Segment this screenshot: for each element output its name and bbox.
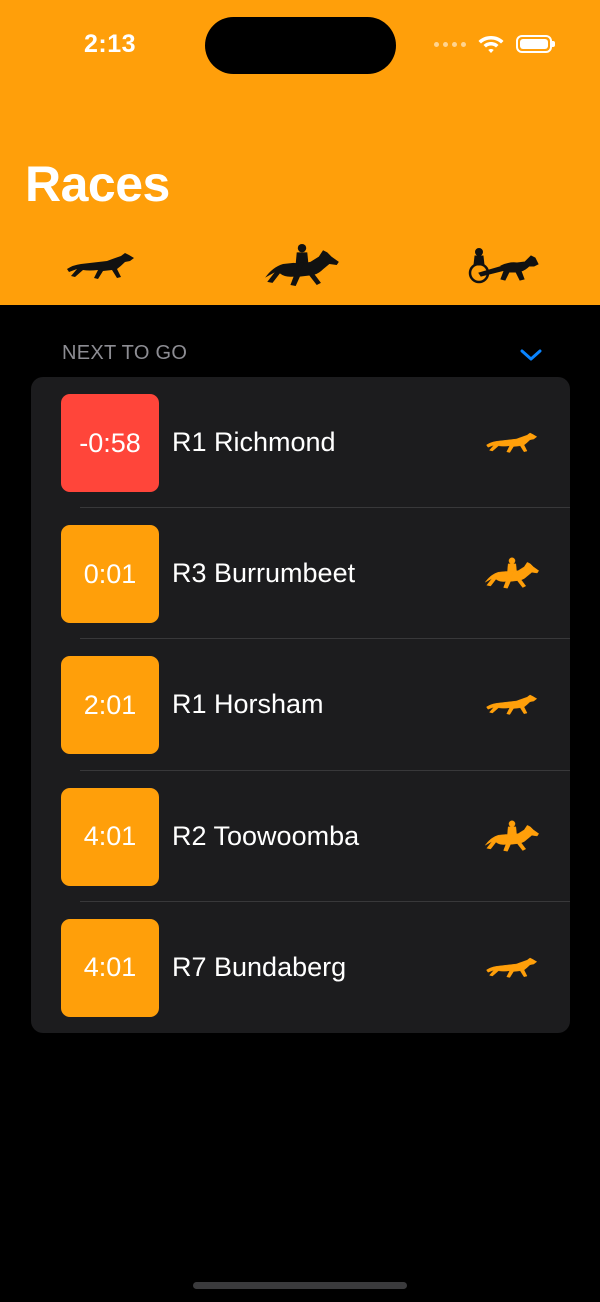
race-row[interactable]: 4:01 R2 Toowoomba xyxy=(31,771,570,902)
chevron-down-icon xyxy=(520,349,542,361)
collapse-toggle[interactable] xyxy=(516,342,546,368)
race-row[interactable]: 0:01 R3 Burrumbeet xyxy=(31,508,570,640)
harness-icon xyxy=(468,247,540,284)
greyhound-icon xyxy=(486,695,538,716)
status-time: 2:13 xyxy=(84,30,137,58)
race-row[interactable]: 4:01 R7 Bundaberg xyxy=(31,902,570,1033)
countdown-badge: 2:01 xyxy=(61,656,159,755)
dynamic-island xyxy=(205,17,396,74)
filter-harness-button[interactable] xyxy=(462,240,544,290)
countdown-badge: -0:58 xyxy=(61,394,159,492)
race-name: R1 Richmond xyxy=(172,427,336,457)
race-name: R7 Bundaberg xyxy=(172,951,347,982)
filter-horse-button[interactable] xyxy=(258,240,346,290)
race-row[interactable]: -0:58 R1 Richmond xyxy=(31,377,570,509)
race-name: R1 Horsham xyxy=(172,689,324,720)
countdown-badge: 0:01 xyxy=(61,525,159,624)
countdown-badge: 4:01 xyxy=(61,787,159,886)
horse-jockey-icon xyxy=(265,243,339,287)
horse-jockey-icon xyxy=(484,557,540,589)
greyhound-icon xyxy=(486,957,538,978)
status-icons xyxy=(434,34,555,54)
race-name: R3 Burrumbeet xyxy=(172,558,356,589)
race-category-icon-wrap xyxy=(481,684,543,724)
race-category-icon-wrap xyxy=(481,947,543,987)
countdown-badge: 4:01 xyxy=(61,918,159,1017)
cellular-signal-icon xyxy=(434,41,466,47)
race-list: -0:58 R1 Richmond 0:01 R3 Burrumbeet 2:01 R1 … xyxy=(31,377,570,1033)
page-title: Races xyxy=(25,156,170,212)
greyhound-icon xyxy=(486,432,538,453)
wifi-icon xyxy=(478,36,504,53)
race-row[interactable]: 2:01 R1 Horsham xyxy=(31,639,570,771)
race-name: R2 Toowoomba xyxy=(172,820,360,851)
greyhound-icon xyxy=(67,253,134,279)
race-category-icon-wrap xyxy=(481,422,543,462)
battery-icon xyxy=(516,35,555,53)
horse-jockey-icon xyxy=(484,819,540,852)
section-header: NEXT TO GO xyxy=(62,342,188,364)
race-category-icon-wrap xyxy=(481,553,543,593)
race-category-icon-wrap xyxy=(481,816,543,856)
filter-greyhound-button[interactable] xyxy=(55,240,147,290)
app-header: 2:13 Races xyxy=(0,0,600,305)
home-indicator[interactable] xyxy=(193,1282,407,1289)
